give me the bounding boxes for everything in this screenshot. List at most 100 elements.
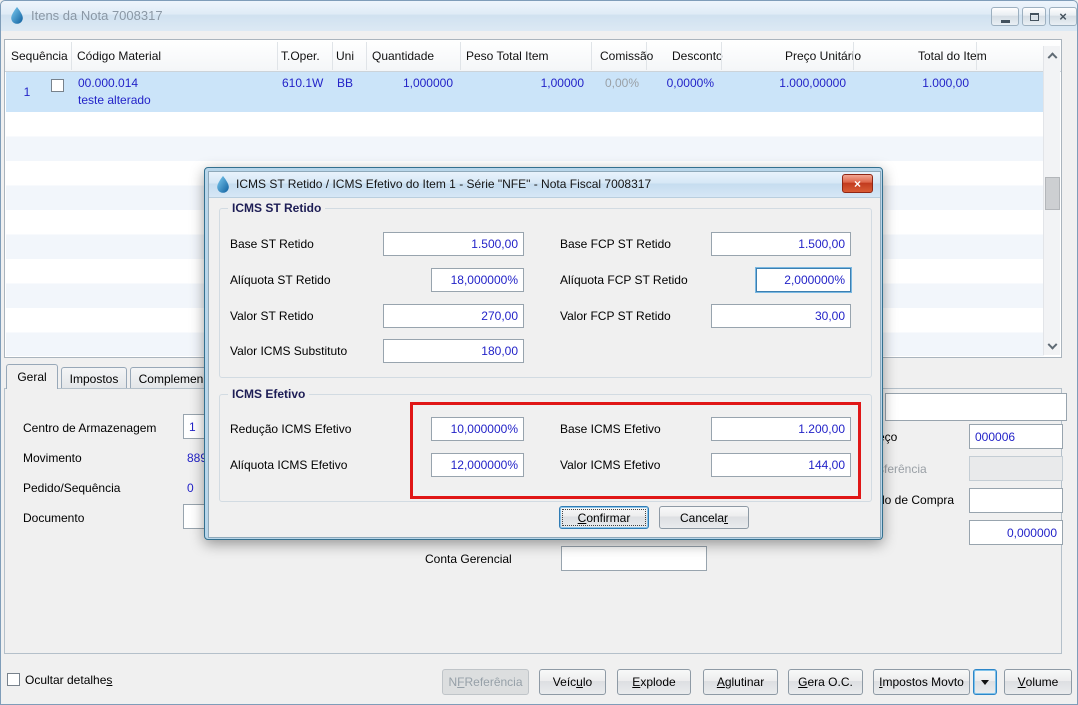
gera-oc-button[interactable]: Gera O.C. [788, 669, 863, 695]
base-fcp-st-retido-label: Base FCP ST Retido [560, 237, 671, 251]
volume-button[interactable]: Volume [1004, 669, 1072, 695]
col-separator [976, 42, 977, 70]
tab-complemento-label: Complemen [138, 371, 204, 386]
aliquota-icms-efetivo-label: Alíquota ICMS Efetivo [230, 458, 348, 472]
veiculo-button[interactable]: Veíc u lo [539, 669, 606, 695]
maximize-icon [1029, 12, 1039, 21]
col-separator [646, 42, 647, 70]
cell-preco-unitario: 1.000,00000 [779, 76, 846, 90]
tab-impostos[interactable]: Impostos [61, 367, 127, 389]
valor-fcp-st-retido-label: Valor FCP ST Retido [560, 309, 671, 323]
col-toper[interactable]: T.Oper. [281, 49, 320, 63]
valor-fcp-st-retido-input[interactable]: 30,00 [711, 304, 851, 328]
confirmar-button[interactable]: Confirmar [559, 506, 649, 529]
cell-sequencia: 1 [23, 85, 31, 99]
cell-total-item: 1.000,00 [922, 76, 969, 90]
dialog-titlebar[interactable]: ICMS ST Retido / ICMS Efetivo do Item 1 … [209, 172, 880, 198]
cancelar-button[interactable]: Cancela r [659, 506, 749, 529]
minimize-button[interactable] [991, 7, 1019, 26]
col-separator [721, 42, 722, 70]
valor-st-retido-input[interactable]: 270,00 [383, 304, 524, 328]
cell-comissao: 0,00% [604, 76, 639, 90]
col-quantidade[interactable]: Quantidade [372, 49, 434, 63]
col-separator [591, 42, 592, 70]
scroll-thumb[interactable] [1045, 177, 1060, 210]
base-st-retido-input[interactable]: 1.500,00 [383, 232, 524, 256]
conta-gerencial-input[interactable] [561, 546, 707, 571]
pedido-compra-input[interactable] [969, 488, 1063, 513]
window-title: Itens da Nota 7008317 [31, 8, 163, 23]
col-peso-total[interactable]: Peso Total Item [466, 49, 549, 63]
transferencia-input-disabled [969, 456, 1063, 481]
icms-dialog: ICMS ST Retido / ICMS Efetivo do Item 1 … [208, 171, 881, 538]
minimize-icon [1000, 19, 1010, 23]
cell-quantidade: 1,000000 [402, 76, 453, 90]
conta-gerencial-label: Conta Gerencial [425, 552, 512, 566]
valor-icms-substituto-input[interactable]: 180,00 [383, 339, 524, 363]
maximize-button[interactable] [1022, 7, 1046, 26]
aglutinar-button[interactable]: Aglutinar [703, 669, 778, 695]
grid-vertical-scrollbar[interactable] [1043, 46, 1060, 355]
documento-label: Documento [23, 511, 85, 525]
col-sequencia[interactable]: Sequência [11, 49, 68, 63]
impostos-movto-dropdown-button[interactable] [973, 669, 997, 695]
cell-codigo: 00.000.014 [78, 76, 139, 90]
impostos-movto-button[interactable]: Impostos Movto [873, 669, 970, 695]
col-separator [460, 42, 461, 70]
col-separator [332, 42, 333, 70]
pedido-sequencia-value: 0 [187, 481, 194, 495]
col-codigo-material[interactable]: Código Material [77, 49, 161, 63]
cell-desconto: 0,0000% [666, 76, 714, 90]
movimento-label: Movimento [23, 451, 82, 465]
aliquota-fcp-st-retido-label: Alíquota FCP ST Retido [560, 273, 688, 287]
chevron-down-icon [1047, 339, 1058, 350]
close-icon: × [1059, 9, 1067, 24]
ocultar-detalhes-label[interactable]: Ocultar detalhes [25, 673, 112, 687]
base-st-retido-label: Base ST Retido [230, 237, 314, 251]
grid-header: Sequência Código Material T.Oper. Uni Qu… [5, 40, 1061, 72]
table-row-selected[interactable]: 1 00.000.014 teste alterado 610.1W BB 1,… [6, 72, 1044, 112]
cell-peso-total: 1,00000 [540, 76, 584, 90]
hidden-top-input[interactable] [885, 393, 1067, 421]
base-fcp-st-retido-input[interactable]: 1.500,00 [711, 232, 851, 256]
explode-button[interactable]: Explode [617, 669, 691, 695]
valor-st-retido-label: Valor ST Retido [230, 309, 314, 323]
app-drop-icon [11, 7, 23, 24]
scroll-down-button[interactable] [1044, 339, 1061, 355]
screen: Itens da Nota 7008317 × Sequência Código… [0, 0, 1078, 705]
aliquota-fcp-st-retido-input[interactable]: 2,000000% [756, 268, 851, 292]
group-icms-efetivo-title: ICMS Efetivo [228, 387, 310, 401]
tab-geral[interactable]: Geral [6, 364, 58, 389]
col-separator [853, 42, 854, 70]
aliquota-st-retido-input[interactable]: 18,000000% [431, 268, 524, 292]
reducao-icms-efetivo-label: Redução ICMS Efetivo [230, 422, 352, 436]
red-highlight-annotation [410, 402, 861, 499]
dialog-title: ICMS ST Retido / ICMS Efetivo do Item 1 … [236, 177, 652, 191]
transferencia-label-partial: sferência [878, 462, 927, 476]
ocultar-detalhes-checkbox[interactable] [7, 673, 20, 686]
group-icms-st-retido-title: ICMS ST Retido [228, 201, 326, 215]
dialog-close-button[interactable]: × [842, 174, 873, 193]
dialog-drop-icon [217, 176, 229, 193]
tabela-preco-input[interactable]: 000006 [969, 424, 1063, 449]
row-checkbox[interactable] [51, 79, 64, 92]
cell-toper: 610.1W [282, 76, 324, 90]
col-uni[interactable]: Uni [336, 49, 354, 63]
close-icon: × [853, 176, 861, 191]
valor-icms-substituto-label: Valor ICMS Substituto [230, 344, 348, 358]
chevron-up-icon [1047, 51, 1058, 62]
close-button[interactable]: × [1049, 7, 1077, 26]
pedido-sequencia-label: Pedido/Sequência [23, 481, 121, 495]
centro-armazenagem-label: Centro de Armazenagem [23, 421, 157, 435]
cell-descricao: teste alterado [78, 93, 151, 107]
col-separator [277, 42, 278, 70]
tab-complemento[interactable]: Complemen [130, 367, 212, 389]
window-titlebar[interactable]: Itens da Nota 7008317 × [1, 1, 1077, 31]
scroll-up-button[interactable] [1044, 46, 1061, 62]
col-desconto[interactable]: Desconto [672, 49, 723, 63]
col-preco-unitario[interactable]: Preço Unitário [785, 49, 861, 63]
icms-dialog-frame: ICMS ST Retido / ICMS Efetivo do Item 1 … [204, 167, 883, 540]
quantidade-right-input[interactable]: 0,000000 [969, 520, 1063, 545]
aliquota-st-retido-label: Alíquota ST Retido [230, 273, 331, 287]
col-separator [366, 42, 367, 70]
